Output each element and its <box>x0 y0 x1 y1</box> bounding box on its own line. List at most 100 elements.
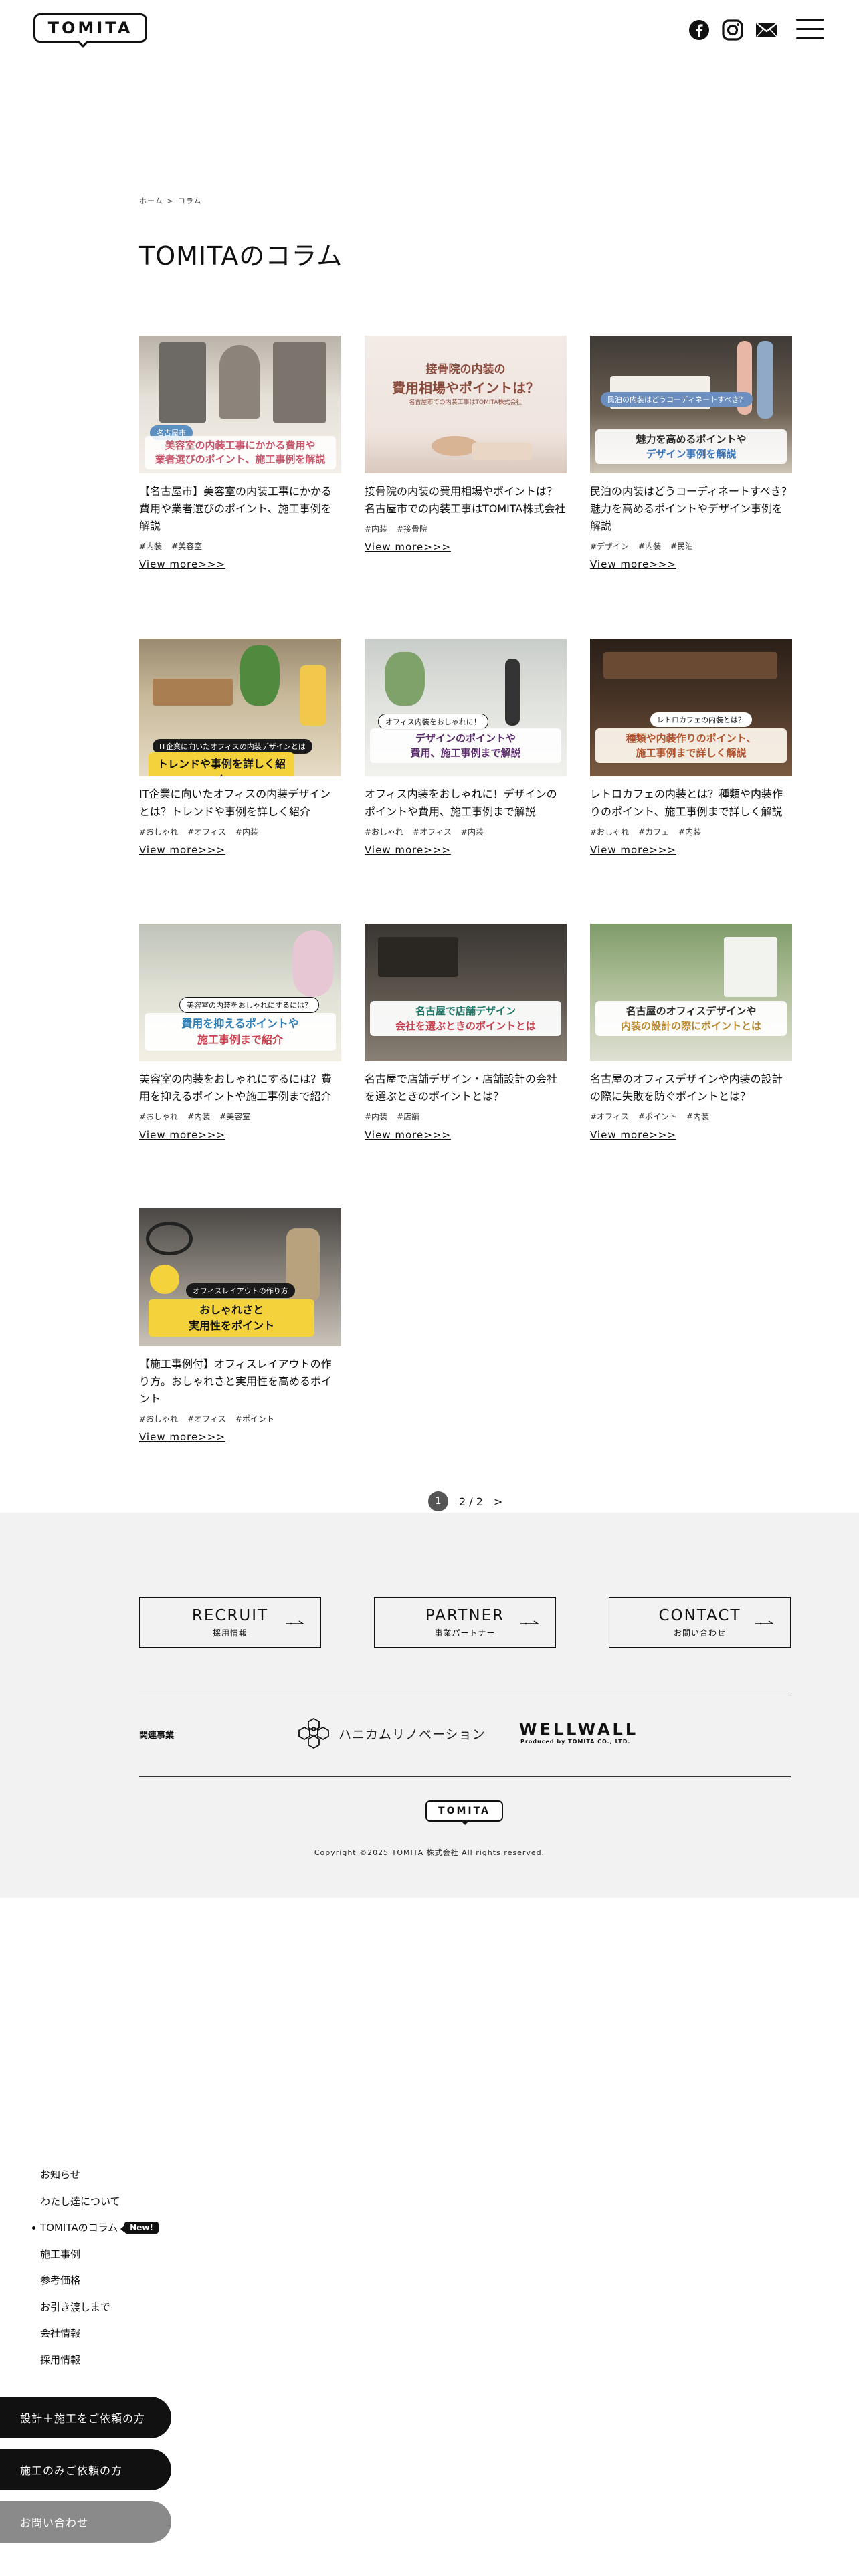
view-more-link[interactable]: View more>>> <box>139 1129 225 1141</box>
card-tags: #おしゃれ #内装 #美容室 <box>139 1111 341 1122</box>
tag[interactable]: #内装 <box>638 542 661 551</box>
menu-item-label: わたし達について <box>40 2195 120 2208</box>
contact-button[interactable]: CONTACT お問い合わせ <box>609 1597 791 1648</box>
mail-icon[interactable] <box>755 19 777 41</box>
view-more-link[interactable]: View more>>> <box>590 844 676 856</box>
tag[interactable]: #おしゃれ <box>590 827 629 837</box>
card-title[interactable]: 名古屋で店舗デザイン・店舗設計の会社を選ぶときのポイントとは？ <box>365 1071 567 1105</box>
tag[interactable]: #内装 <box>461 827 484 837</box>
column-card[interactable]: レトロカフェの内装とは？ 種類や内装作りのポイント、 施工事例まで詳しく解説 レト… <box>590 639 792 856</box>
tag[interactable]: #内装 <box>139 542 162 551</box>
tag[interactable]: #内装 <box>686 1112 709 1121</box>
tag[interactable]: #美容室 <box>219 1112 250 1121</box>
card-thumbnail[interactable]: オフィスレイアウトの作り方 おしゃれさと 実用性をポイント <box>139 1208 341 1346</box>
tag[interactable]: #内装 <box>365 524 387 534</box>
recruit-button[interactable]: RECRUIT 採用情報 <box>139 1597 321 1648</box>
column-card[interactable]: 名古屋で店舗デザイン 会社を選ぶときのポイントとは 名古屋で店舗デザイン・店舗設計… <box>365 924 567 1141</box>
tag[interactable]: #オフィス <box>590 1112 629 1121</box>
card-thumbnail[interactable]: 名古屋市 美容室の内装工事にかかる費用や 業者選びのポイント、施工事例を解説 <box>139 336 341 473</box>
tag[interactable]: #カフェ <box>638 827 669 837</box>
site-logo[interactable]: TOMITA <box>33 13 147 48</box>
column-card[interactable]: 接骨院の内装の 費用相場やポイントは？ 名古屋市での内装工事はTOMITA株式会… <box>365 336 567 553</box>
breadcrumb-home[interactable]: ホーム <box>139 197 163 205</box>
footer-logo[interactable]: TOMITA <box>425 1800 503 1822</box>
card-thumbnail[interactable]: 名古屋のオフィスデザインや 内装の設計の際にポイントとは <box>590 924 792 1061</box>
tag[interactable]: #オフィス <box>413 827 452 837</box>
view-more-link[interactable]: View more>>> <box>365 844 451 856</box>
menu-item-about[interactable]: わたし達について <box>40 2188 159 2215</box>
view-more-link[interactable]: View more>>> <box>590 558 676 570</box>
card-title[interactable]: IT企業に向いたオフィスの内装デザインとは？トレンドや事例を詳しく紹介 <box>139 786 341 821</box>
card-thumbnail[interactable]: レトロカフェの内装とは？ 種類や内装作りのポイント、 施工事例まで詳しく解説 <box>590 639 792 776</box>
tag[interactable]: #デザイン <box>590 542 629 551</box>
column-card[interactable]: 民泊の内装はどうコーディネートすべき？ 魅力を高めるポイントや デザイン事例を解説… <box>590 336 792 570</box>
tag[interactable]: #ポイント <box>638 1112 677 1121</box>
tag[interactable]: #オフィス <box>187 827 226 837</box>
menu-item-flow[interactable]: お引き渡しまで <box>40 2294 159 2321</box>
card-title[interactable]: 名古屋のオフィスデザインや内装の設計の際に失敗を防ぐポイントとは？ <box>590 1071 792 1105</box>
tag[interactable]: #内装 <box>235 827 258 837</box>
column-card[interactable]: 美容室の内装をおしゃれにするには？ 費用を抑えるポイントや 施工事例まで紹介 美容… <box>139 924 341 1141</box>
card-tags: #デザイン #内装 #民泊 <box>590 540 792 552</box>
card-title[interactable]: 接骨院の内装の費用相場やポイントは？名古屋市での内装工事はTOMITA株式会社 <box>365 483 567 518</box>
page-current[interactable]: 1 <box>428 1491 448 1511</box>
view-more-link[interactable]: View more>>> <box>139 1431 225 1443</box>
card-thumbnail[interactable]: 接骨院の内装の 費用相場やポイントは？ 名古屋市での内装工事はTOMITA株式会… <box>365 336 567 473</box>
tag[interactable]: #ポイント <box>235 1414 274 1424</box>
menu-item-works[interactable]: 施工事例 <box>40 2241 159 2268</box>
tag[interactable]: #店舗 <box>397 1112 419 1121</box>
card-thumbnail[interactable]: オフィス内装をおしゃれに！ デザインのポイントや 費用、施工事例まで解説 <box>365 639 567 776</box>
thumb-caption: 美容室の内装工事にかかる費用や 業者選びのポイント、施工事例を解説 <box>145 436 336 469</box>
page-title: TOMITAのコラム <box>139 241 343 271</box>
column-card[interactable]: IT企業に向いたオフィスの内装デザインとは トレンドや事例を詳しく紹介 IT企業… <box>139 639 341 856</box>
card-title[interactable]: オフィス内装をおしゃれに！デザインのポイントや費用、施工事例まで解説 <box>365 786 567 821</box>
facebook-icon[interactable] <box>688 19 710 41</box>
card-title[interactable]: レトロカフェの内装とは？種類や内装作りのポイント、施工事例まで詳しく解説 <box>590 786 792 821</box>
menu-item-price[interactable]: 参考価格 <box>40 2267 159 2294</box>
instagram-icon[interactable] <box>721 19 744 41</box>
column-card[interactable]: 名古屋市 美容室の内装工事にかかる費用や 業者選びのポイント、施工事例を解説 【名… <box>139 336 341 570</box>
tag[interactable]: #内装 <box>187 1112 210 1121</box>
menu-item-recruit[interactable]: 採用情報 <box>40 2347 159 2373</box>
view-more-link[interactable]: View more>>> <box>365 541 451 553</box>
hamburger-menu-icon[interactable] <box>796 17 824 41</box>
partner-button[interactable]: PARTNER 事業パートナー <box>374 1597 556 1648</box>
tag[interactable]: #内装 <box>365 1112 387 1121</box>
next-page-arrow-icon[interactable]: > <box>494 1495 502 1508</box>
menu-item-company[interactable]: 会社情報 <box>40 2320 159 2347</box>
wellwall-link[interactable]: WELLWALL Produced by TOMITA CO., LTD. <box>519 1720 638 1745</box>
card-title[interactable]: 【名古屋市】美容室の内装工事にかかる費用や業者選びのポイント、施工事例を解説 <box>139 483 341 535</box>
card-title[interactable]: 民泊の内装はどうコーディネートすべき？魅力を高めるポイントやデザイン事例を解説 <box>590 483 792 535</box>
tag[interactable]: #おしゃれ <box>139 1414 178 1424</box>
tag[interactable]: #民泊 <box>670 542 693 551</box>
card-thumbnail[interactable]: 美容室の内装をおしゃれにするには？ 費用を抑えるポイントや 施工事例まで紹介 <box>139 924 341 1061</box>
view-more-link[interactable]: View more>>> <box>139 844 225 856</box>
menu-item-news[interactable]: お知らせ <box>40 2161 159 2188</box>
menu-item-column[interactable]: TOMITAのコラム New! <box>32 2214 159 2241</box>
view-more-link[interactable]: View more>>> <box>590 1129 676 1141</box>
cta-contact-button[interactable]: お問い合わせ <box>0 2501 171 2543</box>
card-title[interactable]: 【施工事例付】オフィスレイアウトの作り方。おしゃれさと実用性を高めるポイント <box>139 1356 341 1408</box>
card-tags: #オフィス #ポイント #内装 <box>590 1111 792 1122</box>
cta-construction-only-button[interactable]: 施工のみご依頼の方 <box>0 2449 171 2490</box>
card-thumbnail[interactable]: 名古屋で店舗デザイン 会社を選ぶときのポイントとは <box>365 924 567 1061</box>
tag[interactable]: #オフィス <box>187 1414 226 1424</box>
tag[interactable]: #おしゃれ <box>365 827 403 837</box>
honeycomb-renovation-link[interactable]: ハニカムリノベーション <box>297 1716 486 1751</box>
contact-sublabel: お問い合わせ <box>673 1628 726 1638</box>
tag[interactable]: #美容室 <box>171 542 202 551</box>
column-card[interactable]: オフィスレイアウトの作り方 おしゃれさと 実用性をポイント 【施工事例付】オフィス… <box>139 1208 341 1443</box>
card-thumbnail[interactable]: 民泊の内装はどうコーディネートすべき？ 魅力を高めるポイントや デザイン事例を解説 <box>590 336 792 473</box>
tag[interactable]: #おしゃれ <box>139 1112 178 1121</box>
tag[interactable]: #内装 <box>678 827 701 837</box>
column-card[interactable]: オフィス内装をおしゃれに！ デザインのポイントや 費用、施工事例まで解説 オフィス… <box>365 639 567 856</box>
thumb-caption: 種類や内装作りのポイント、 施工事例まで詳しく解説 <box>595 728 787 763</box>
tag[interactable]: #接骨院 <box>397 524 427 534</box>
cta-design-construction-button[interactable]: 設計＋施工をご依頼の方 <box>0 2397 171 2438</box>
card-thumbnail[interactable]: IT企業に向いたオフィスの内装デザインとは トレンドや事例を詳しく紹介 <box>139 639 341 776</box>
view-more-link[interactable]: View more>>> <box>139 558 225 570</box>
tag[interactable]: #おしゃれ <box>139 827 178 837</box>
view-more-link[interactable]: View more>>> <box>365 1129 451 1141</box>
column-card[interactable]: 名古屋のオフィスデザインや 内装の設計の際にポイントとは 名古屋のオフィスデザイン… <box>590 924 792 1141</box>
card-title[interactable]: 美容室の内装をおしゃれにするには？費用を抑えるポイントや施工事例まで紹介 <box>139 1071 341 1105</box>
